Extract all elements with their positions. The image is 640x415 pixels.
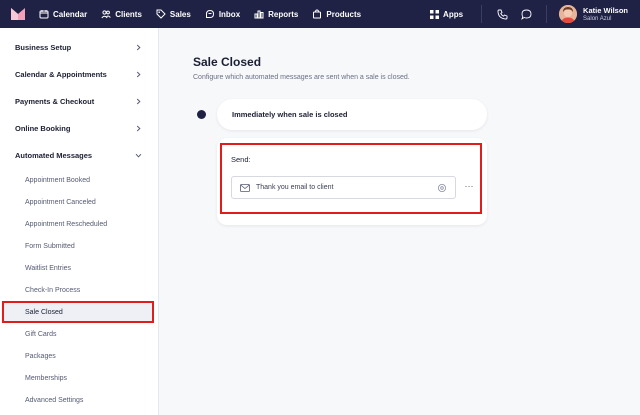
sidebar-item-sale-closed[interactable]: Sale Closed xyxy=(2,301,154,323)
timeline-dot xyxy=(197,110,206,119)
nav-sales-label: Sales xyxy=(169,9,191,19)
settings-icon[interactable] xyxy=(437,183,447,193)
sidebar-item-appointment-rescheduled[interactable]: Appointment Rescheduled xyxy=(0,213,158,235)
chevron-right-icon xyxy=(136,71,141,78)
inbox-icon xyxy=(205,9,214,18)
sidebar-section-calendar-appointments[interactable]: Calendar & Appointments xyxy=(0,61,158,88)
nav-reports[interactable]: Reports xyxy=(254,0,298,28)
page-description: Configure which automated messages are s… xyxy=(193,74,410,81)
sidebar-item-form-submitted[interactable]: Form Submitted xyxy=(0,235,158,257)
sidebar-item-packages[interactable]: Packages xyxy=(0,345,158,367)
phone-icon xyxy=(497,9,507,19)
bag-icon xyxy=(313,9,322,19)
sidebar-section-label: Calendar & Appointments xyxy=(15,70,107,79)
avatar xyxy=(559,5,578,23)
phone-button[interactable] xyxy=(495,7,509,21)
chat-button[interactable] xyxy=(519,7,533,21)
nav-reports-label: Reports xyxy=(268,9,299,19)
sidebar-section-label: Payments & Checkout xyxy=(15,97,95,106)
sidebar-section-business-setup[interactable]: Business Setup xyxy=(0,34,158,61)
main-content: Sale Closed Configure which automated me… xyxy=(159,28,640,415)
sidebar-item-appointment-canceled[interactable]: Appointment Canceled xyxy=(0,191,158,213)
message-select[interactable]: Thank you email to client xyxy=(231,176,456,199)
nav-divider xyxy=(546,5,548,23)
settings-sidebar: Business Setup Calendar & Appointments P… xyxy=(0,28,159,415)
send-label: Send: xyxy=(231,155,251,164)
nav-inbox[interactable]: Inbox xyxy=(205,0,240,28)
business-name: Salon Azul xyxy=(583,15,612,22)
page-title: Sale Closed xyxy=(193,55,262,69)
nav-clients[interactable]: Clients xyxy=(101,0,142,28)
sidebar-section-label: Automated Messages xyxy=(15,151,93,160)
message-card: Send: Thank you email to client ··· xyxy=(217,138,487,225)
top-nav: Calendar Clients Sales Inbox Reports Pro… xyxy=(0,0,640,28)
sidebar-section-online-booking[interactable]: Online Booking xyxy=(0,115,158,142)
sidebar-item-check-in-process[interactable]: Check-In Process xyxy=(0,279,158,301)
sidebar-item-waitlist-entries[interactable]: Waitlist Entries xyxy=(0,257,158,279)
chevron-right-icon xyxy=(136,125,141,132)
nav-divider xyxy=(481,5,483,23)
nav-right: Apps Katie Wilson Salon Azul xyxy=(430,0,640,28)
bar-chart-icon xyxy=(254,10,264,19)
mail-icon xyxy=(240,183,250,192)
more-options-button[interactable]: ··· xyxy=(463,180,475,192)
chevron-down-icon xyxy=(135,153,142,158)
more-icon: ··· xyxy=(464,181,474,191)
trigger-label: Immediately when sale is closed xyxy=(232,110,348,119)
apps-label: Apps xyxy=(443,9,464,19)
trigger-card[interactable]: Immediately when sale is closed xyxy=(217,99,487,130)
chevron-right-icon xyxy=(136,44,141,51)
sidebar-item-memberships[interactable]: Memberships xyxy=(0,367,158,389)
sidebar-item-advanced-settings[interactable]: Advanced Settings xyxy=(0,389,158,411)
nav-products[interactable]: Products xyxy=(312,0,361,28)
tag-icon xyxy=(156,9,166,19)
message-name: Thank you email to client xyxy=(256,184,334,191)
sidebar-section-payments-checkout[interactable]: Payments & Checkout xyxy=(0,88,158,115)
chat-icon xyxy=(520,9,531,20)
nav-products-label: Products xyxy=(326,9,362,19)
apps-button[interactable]: Apps xyxy=(430,9,464,19)
user-name: Katie Wilson xyxy=(583,5,628,15)
sidebar-section-automated-messages[interactable]: Automated Messages xyxy=(0,142,158,169)
nav-inbox-label: Inbox xyxy=(218,9,241,19)
sidebar-item-gift-cards[interactable]: Gift Cards xyxy=(0,323,158,345)
nav-calendar[interactable]: Calendar xyxy=(39,0,87,28)
logo-icon[interactable] xyxy=(11,8,25,20)
nav-clients-label: Clients xyxy=(115,9,142,19)
users-icon xyxy=(101,10,112,19)
sidebar-section-label: Business Setup xyxy=(15,43,72,52)
nav-sales[interactable]: Sales xyxy=(156,0,191,28)
user-menu[interactable]: Katie Wilson Salon Azul xyxy=(559,5,628,23)
chevron-right-icon xyxy=(136,98,141,105)
sidebar-item-appointment-booked[interactable]: Appointment Booked xyxy=(0,169,158,191)
calendar-icon xyxy=(39,10,49,19)
grid-icon xyxy=(430,9,440,19)
sidebar-section-label: Online Booking xyxy=(15,124,71,133)
nav-calendar-label: Calendar xyxy=(53,9,88,19)
